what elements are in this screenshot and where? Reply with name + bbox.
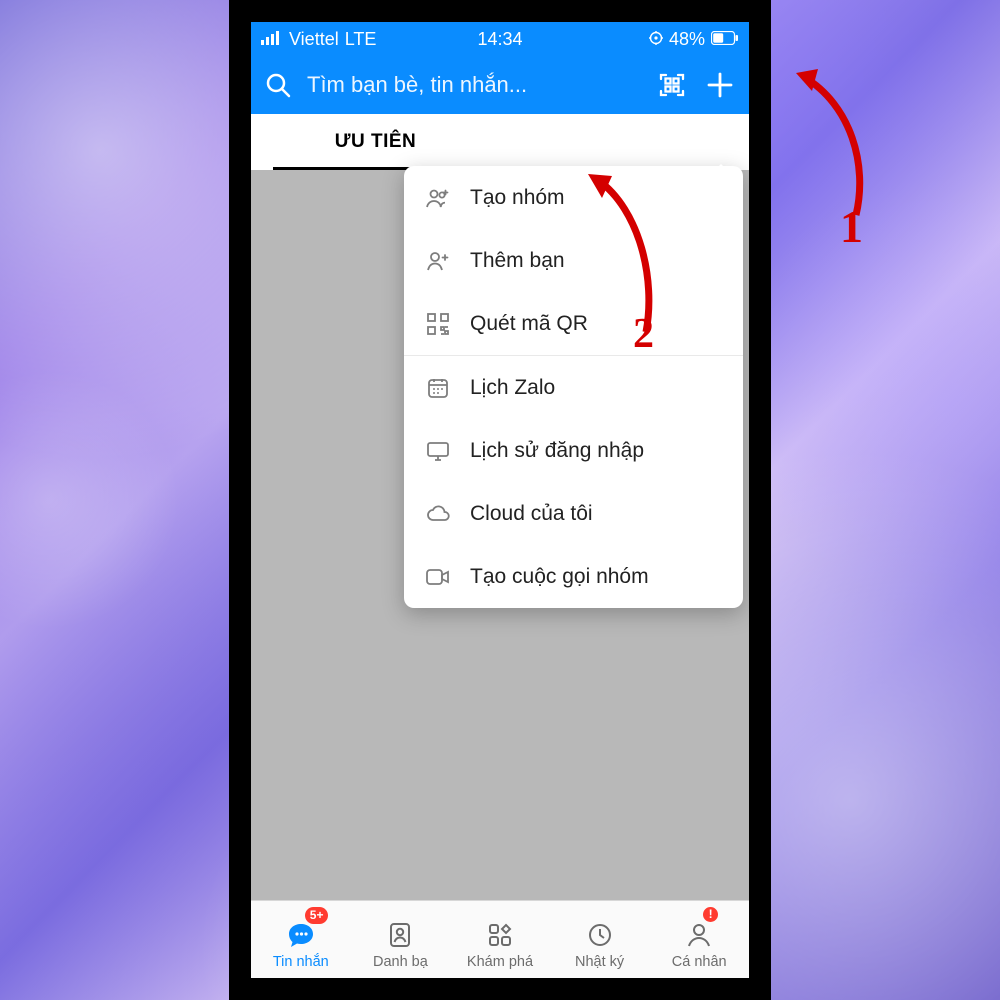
calendar-icon bbox=[424, 376, 452, 400]
nav-messages-label: Tin nhắn bbox=[273, 954, 329, 970]
nav-discover-label: Khám phá bbox=[467, 954, 533, 970]
app-header: Tìm bạn bè, tin nhắn... bbox=[251, 56, 749, 114]
menu-calendar-label: Lịch Zalo bbox=[470, 376, 555, 400]
carrier-label: Viettel bbox=[289, 29, 339, 50]
signal-icon bbox=[261, 29, 283, 50]
person-icon bbox=[682, 918, 716, 952]
nav-profile[interactable]: ! Cá nhân bbox=[649, 901, 749, 978]
menu-group-call[interactable]: Tạo cuộc gọi nhóm bbox=[404, 545, 743, 608]
menu-add-friend-label: Thêm bạn bbox=[470, 249, 565, 273]
clock-icon bbox=[583, 918, 617, 952]
menu-create-group-label: Tạo nhóm bbox=[470, 186, 565, 210]
nav-discover[interactable]: Khám phá bbox=[450, 901, 550, 978]
nav-profile-label: Cá nhân bbox=[672, 954, 727, 970]
menu-calendar[interactable]: Lịch Zalo bbox=[404, 356, 743, 419]
video-icon bbox=[424, 568, 452, 586]
nav-contacts[interactable]: Danh bạ bbox=[351, 901, 451, 978]
battery-label: 48% bbox=[669, 29, 705, 50]
menu-login-history[interactable]: Lịch sử đăng nhập bbox=[404, 419, 743, 482]
menu-group-call-label: Tạo cuộc gọi nhóm bbox=[470, 565, 649, 589]
contacts-icon bbox=[383, 918, 417, 952]
group-icon bbox=[424, 187, 452, 209]
annotation-1: 1 bbox=[840, 200, 863, 253]
discover-icon bbox=[483, 918, 517, 952]
status-right: 48% bbox=[649, 29, 739, 50]
bottom-nav: 5+ Tin nhắn Danh bạ Khám phá Nhật ký bbox=[251, 900, 749, 978]
status-bar: Viettel LTE 14:34 48% bbox=[251, 22, 749, 56]
plus-icon[interactable] bbox=[703, 70, 737, 100]
tab-priority[interactable]: ƯU TIÊN bbox=[251, 114, 500, 170]
tab-bar: ƯU TIÊN bbox=[251, 114, 749, 170]
tab-priority-label: ƯU TIÊN bbox=[335, 131, 417, 153]
annotation-arrow-1 bbox=[796, 65, 876, 225]
phone-frame: Viettel LTE 14:34 48% Tìm bạn bè, tin nh… bbox=[229, 0, 771, 1000]
battery-icon bbox=[711, 29, 739, 50]
nav-contacts-label: Danh bạ bbox=[373, 954, 428, 970]
nav-diary-label: Nhật ký bbox=[575, 954, 624, 970]
cloud-icon bbox=[424, 504, 452, 524]
nav-messages[interactable]: 5+ Tin nhắn bbox=[251, 901, 351, 978]
screen: Viettel LTE 14:34 48% Tìm bạn bè, tin nh… bbox=[251, 22, 749, 978]
qr-small-icon bbox=[424, 312, 452, 336]
menu-my-cloud-label: Cloud của tôi bbox=[470, 502, 593, 526]
network-label: LTE bbox=[345, 29, 377, 50]
search-icon[interactable] bbox=[263, 71, 293, 99]
annotation-2: 2 bbox=[633, 310, 654, 358]
qr-icon[interactable] bbox=[655, 71, 689, 99]
menu-my-cloud[interactable]: Cloud của tôi bbox=[404, 482, 743, 545]
messages-badge: 5+ bbox=[305, 907, 329, 924]
location-icon bbox=[649, 29, 663, 50]
menu-login-history-label: Lịch sử đăng nhập bbox=[470, 439, 644, 463]
status-left: Viettel LTE bbox=[261, 29, 376, 50]
search-input[interactable]: Tìm bạn bè, tin nhắn... bbox=[307, 72, 641, 98]
monitor-icon bbox=[424, 440, 452, 462]
tab-other[interactable] bbox=[500, 114, 749, 170]
add-person-icon bbox=[424, 250, 452, 272]
nav-diary[interactable]: Nhật ký bbox=[550, 901, 650, 978]
